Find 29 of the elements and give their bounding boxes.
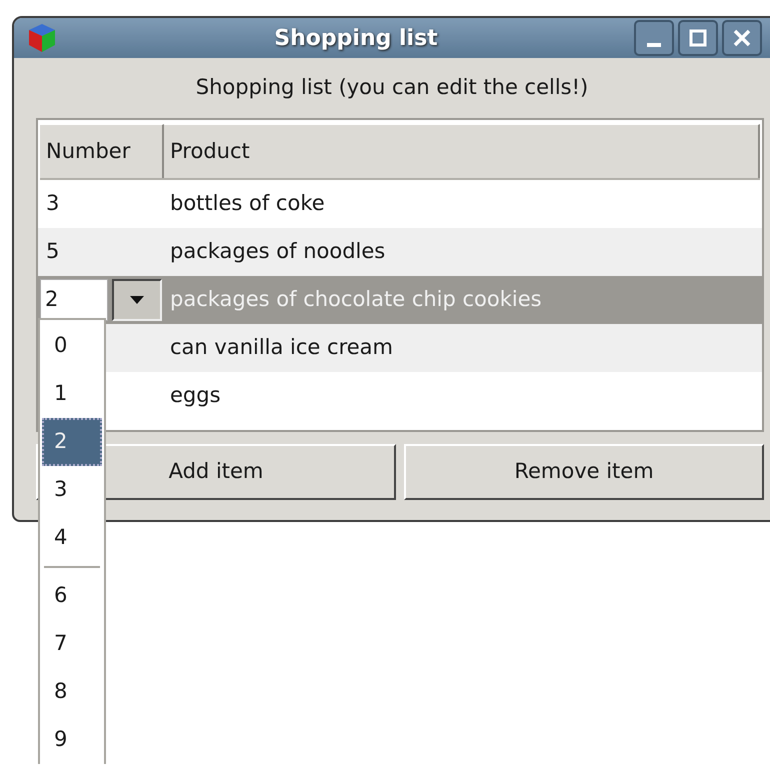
- minimize-button[interactable]: [634, 20, 674, 56]
- maximize-icon: [688, 28, 708, 48]
- dropdown-button[interactable]: [112, 279, 162, 321]
- caption-label: Shopping list (you can edit the cells!): [196, 74, 588, 102]
- column-header[interactable]: Product: [164, 124, 760, 178]
- menu-item[interactable]: 7: [42, 620, 102, 668]
- menu-item[interactable]: 9: [42, 716, 102, 764]
- minimize-icon: [647, 43, 661, 47]
- cube-icon: [28, 23, 56, 53]
- table-cell[interactable]: packages of noodles: [162, 236, 762, 268]
- table-cell[interactable]: bottles of coke: [162, 188, 762, 220]
- table-cell[interactable]: eggs: [162, 380, 762, 412]
- menu-item[interactable]: 4: [42, 514, 102, 562]
- close-icon: [732, 28, 752, 48]
- maximize-button[interactable]: [678, 20, 718, 56]
- column-header[interactable]: Number: [40, 124, 164, 178]
- menu-item[interactable]: 1: [42, 370, 102, 418]
- window-title: Shopping list: [273, 24, 439, 52]
- number-field[interactable]: 2: [40, 279, 108, 321]
- table-cell-text: 3: [45, 191, 60, 216]
- caret-icon: [130, 296, 144, 304]
- menu-item[interactable]: 2: [42, 418, 102, 466]
- close-button[interactable]: [722, 20, 762, 56]
- menu-item[interactable]: 0: [42, 322, 102, 370]
- menu-item[interactable]: 6: [42, 572, 102, 620]
- table-cell[interactable]: can vanilla ice cream: [162, 332, 762, 364]
- menu-item[interactable]: 8: [42, 668, 102, 716]
- push-button[interactable]: Remove item: [404, 444, 764, 500]
- table-cell-text: 5: [45, 239, 60, 264]
